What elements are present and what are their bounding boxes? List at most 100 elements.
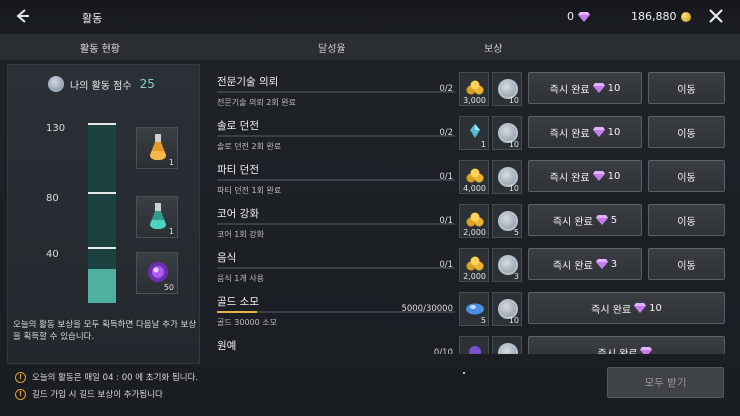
activity-point-slot[interactable]: 3 <box>492 248 522 282</box>
move-button[interactable]: 이동 <box>648 248 725 280</box>
score-label: 나의 활동 점수 <box>70 80 132 92</box>
gem-currency: 0 <box>567 10 590 23</box>
tab-reward[interactable]: 보상 <box>484 40 502 55</box>
activity-score-panel: 나의 활동 점수 25 130 80 40 1 1 50 오늘의 활동 보상을 … <box>7 64 200 364</box>
gauge-tick-40 <box>88 247 116 249</box>
gold-currency: 186,880 <box>631 10 691 23</box>
instant-complete-label: 즉시 완료 <box>549 128 590 140</box>
threshold-label-80: 80 <box>46 193 59 204</box>
instant-complete-label: 즉시 완료 <box>552 216 593 228</box>
activity-row: 음식 0/1 음식 1개 사용 2,000 3 즉시 완료 3 이동 <box>207 244 735 288</box>
score-gauge <box>88 123 116 303</box>
divider-dot <box>463 372 465 374</box>
reset-time-text: 오늘의 활동은 매일 04 : 00 에 초기화 됩니다. <box>32 373 199 383</box>
activity-point-count: 10 <box>508 316 519 325</box>
instant-complete-button[interactable]: 즉시 완료 10 <box>528 72 642 104</box>
reward-item-count: 1 <box>480 140 486 149</box>
activity-coin-icon <box>498 343 518 354</box>
activity-progress-text: 0/2 <box>439 128 453 138</box>
reward-item-count: 4,000 <box>463 184 486 193</box>
threshold-label-40: 40 <box>46 249 59 260</box>
activity-name: 코어 강화 <box>217 208 259 220</box>
reward-item-slot[interactable]: 4,000 <box>459 160 489 194</box>
reward-item-slot[interactable]: 1 <box>459 116 489 150</box>
purple-orb-icon <box>148 262 168 282</box>
gem-cost: 10 <box>607 170 621 182</box>
reward-item-slot[interactable] <box>459 336 489 354</box>
activity-description: 솔로 던전 2회 완료 <box>217 142 282 151</box>
reward-item-slot[interactable]: 2,000 <box>459 204 489 238</box>
activity-list[interactable]: 전문기술 의뢰 0/2 전문기술 의뢰 2회 완료 3,000 10 즉시 완료 10 이동 솔… <box>207 64 735 354</box>
gem-cost: 5 <box>610 214 618 226</box>
gem-icon <box>634 303 647 313</box>
claim-all-button[interactable]: 모두 받기 <box>607 367 724 398</box>
move-button[interactable]: 이동 <box>648 160 725 192</box>
instant-complete-button[interactable]: 즉시 완료 10 <box>528 292 725 324</box>
reward-item-slot[interactable]: 5 <box>459 292 489 326</box>
page-title: 활동 <box>82 12 103 25</box>
instant-complete-label: 즉시 완료 <box>597 348 638 355</box>
activity-row: 파티 던전 0/1 파티 던전 1회 완료 4,000 10 즉시 완료 10 이동 <box>207 156 735 200</box>
tab-achievement-rate[interactable]: 달성율 <box>318 40 346 55</box>
activity-row: 솔로 던전 0/2 솔로 던전 2회 완료 1 10 즉시 완료 10 이동 <box>207 112 735 156</box>
gem-cost: 10 <box>607 126 621 138</box>
instant-complete-button[interactable]: 즉시 완료 10 <box>528 160 642 192</box>
activity-progress-text: 0/10 <box>433 348 453 354</box>
gauge-tick-130 <box>88 123 116 125</box>
activity-coin-icon <box>48 76 64 92</box>
instant-complete-button[interactable]: 즉시 완료 5 <box>528 204 642 236</box>
activity-point-slot[interactable]: 10 <box>492 160 522 194</box>
reward-item-count: 2,000 <box>463 228 486 237</box>
activity-name: 원예 <box>217 340 237 352</box>
gem-cost: 10 <box>649 302 662 314</box>
threshold-label-130: 130 <box>46 123 66 134</box>
move-button[interactable]: 이동 <box>648 204 725 236</box>
reward-count: 50 <box>163 283 174 292</box>
back-arrow-icon[interactable] <box>12 6 32 26</box>
activity-name: 음식 <box>217 252 237 264</box>
reward-slot-40[interactable]: 50 <box>136 252 178 294</box>
reward-item-count: 3,000 <box>463 96 486 105</box>
close-icon[interactable] <box>706 6 726 26</box>
move-button[interactable]: 이동 <box>648 72 725 104</box>
instant-complete-button[interactable]: 즉시 완료 <box>528 336 725 354</box>
activity-progress-text: 0/2 <box>439 84 453 94</box>
info-icon: ! <box>15 388 26 400</box>
activity-point-count: 10 <box>508 140 519 149</box>
gem-icon <box>578 11 590 22</box>
move-button[interactable]: 이동 <box>648 116 725 148</box>
reward-item-slot[interactable]: 3,000 <box>459 72 489 106</box>
teal-potion-icon <box>150 203 166 229</box>
gem-icon <box>595 259 608 269</box>
activity-name: 솔로 던전 <box>217 120 259 132</box>
activity-description: 골드 30000 소모 <box>217 318 277 327</box>
gem-icon <box>640 347 653 354</box>
gem-icon <box>595 215 608 225</box>
activity-point-slot[interactable] <box>492 336 522 354</box>
activity-point-slot[interactable]: 10 <box>492 72 522 106</box>
gem-cost: 3 <box>610 258 618 270</box>
activity-point-slot[interactable]: 5 <box>492 204 522 238</box>
orange-potion-icon <box>150 134 166 160</box>
reward-count: 1 <box>168 158 174 167</box>
instant-complete-button[interactable]: 즉시 완료 10 <box>528 116 642 148</box>
reward-slot-80[interactable]: 1 <box>136 196 178 238</box>
activity-point-count: 10 <box>508 96 519 105</box>
guild-bonus-note: ! 길드 가입 시 길드 보상이 추가됩니다 <box>15 388 163 400</box>
top-bar: 활동 0 186,880 <box>0 0 740 34</box>
activity-name: 골드 소모 <box>217 296 259 308</box>
reward-slot-130[interactable]: 1 <box>136 127 178 169</box>
score-gauge-fill <box>88 268 116 303</box>
instant-complete-button[interactable]: 즉시 완료 3 <box>528 248 642 280</box>
reward-item-count: 2,000 <box>463 272 486 281</box>
tab-activity-status[interactable]: 활동 현황 <box>80 40 120 55</box>
activity-point-slot[interactable]: 10 <box>492 292 522 326</box>
activity-point-slot[interactable]: 10 <box>492 116 522 150</box>
score-row: 나의 활동 점수 25 <box>48 76 155 92</box>
activity-description: 전문기술 의뢰 2회 완료 <box>217 98 296 107</box>
activity-progress-fill <box>217 311 257 313</box>
guild-bonus-text: 길드 가입 시 길드 보상이 추가됩니다 <box>32 390 163 400</box>
reward-item-slot[interactable]: 2,000 <box>459 248 489 282</box>
activity-progress-text: 0/1 <box>439 172 453 182</box>
instant-complete-label: 즉시 완료 <box>552 260 593 272</box>
